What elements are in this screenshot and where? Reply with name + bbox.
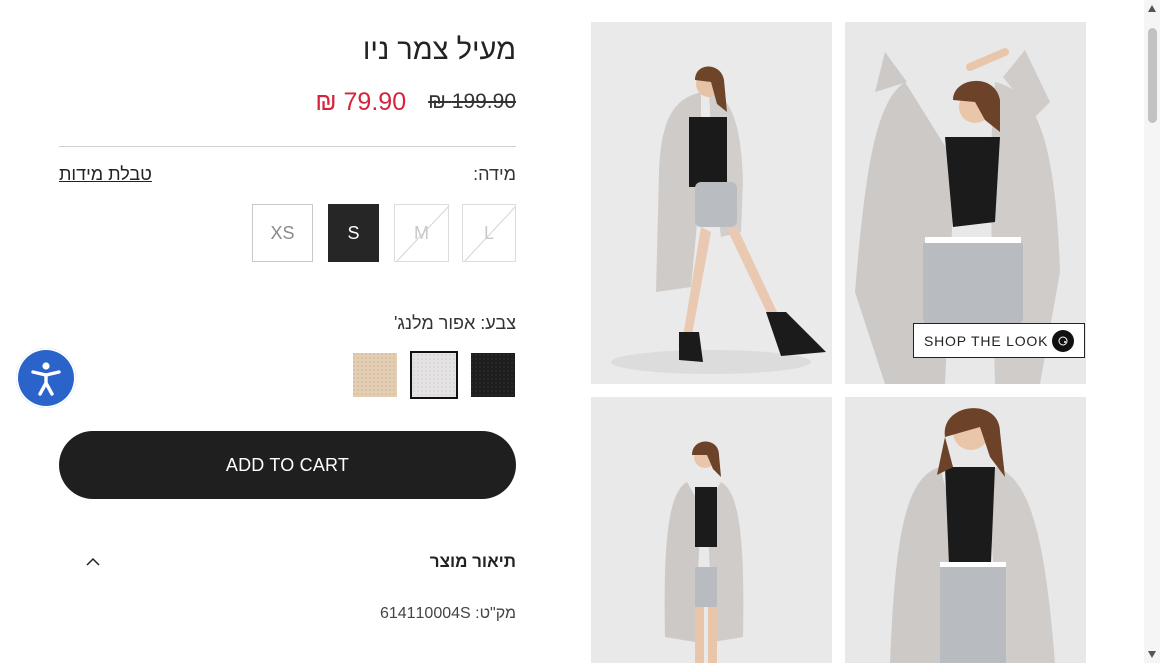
size-option-label: XS	[270, 222, 295, 243]
size-option-m[interactable]: M	[394, 204, 449, 262]
chevron-up-icon[interactable]	[84, 553, 102, 571]
accessibility-button[interactable]	[16, 348, 76, 408]
swatch-texture	[353, 353, 397, 397]
product-photo-3[interactable]	[591, 397, 832, 663]
shop-the-look-logo-icon	[1052, 329, 1074, 352]
color-swatch-beige[interactable]	[353, 353, 397, 397]
product-photo-1[interactable]	[591, 22, 832, 384]
original-price: 199.90 ₪	[428, 90, 516, 113]
swatch-texture	[412, 353, 456, 397]
color-label: צבע: אפור מלנג'	[393, 313, 516, 333]
divider	[59, 146, 516, 147]
color-swatch-grey-melange[interactable]	[410, 351, 458, 399]
sale-price: 79.90 ₪	[315, 87, 407, 116]
shop-the-look-label: SHOP THE LOOK	[924, 332, 1049, 349]
add-to-cart-button[interactable]: ADD TO CART	[59, 431, 516, 499]
product-title: מעיל צמר ניו	[362, 34, 516, 66]
product-sku: מק"ט: 614110004S	[379, 605, 516, 622]
product-description-title: תיאור מוצר	[429, 552, 516, 571]
color-swatch-black[interactable]	[471, 353, 515, 397]
shop-the-look-button[interactable]: SHOP THE LOOK	[913, 323, 1085, 358]
model-photo-image	[591, 22, 832, 384]
size-label: מידה:	[473, 164, 516, 184]
size-chart-link[interactable]: טבלת מידות	[59, 164, 152, 185]
model-photo-image	[591, 397, 832, 663]
size-option-l[interactable]: L	[462, 204, 516, 262]
size-option-label: L	[483, 222, 494, 243]
product-photo-4[interactable]	[845, 397, 1086, 663]
scrollbar-thumb[interactable]	[1148, 28, 1157, 123]
accessibility-icon	[31, 362, 61, 396]
size-option-label: S	[347, 222, 360, 243]
size-option-s[interactable]: S	[328, 204, 379, 262]
swatch-texture	[471, 353, 515, 397]
size-option-label: M	[414, 222, 429, 243]
model-photo-image	[845, 397, 1086, 663]
size-option-xs[interactable]: XS	[252, 204, 313, 262]
price-row: 199.90 ₪ 79.90 ₪	[59, 86, 516, 118]
